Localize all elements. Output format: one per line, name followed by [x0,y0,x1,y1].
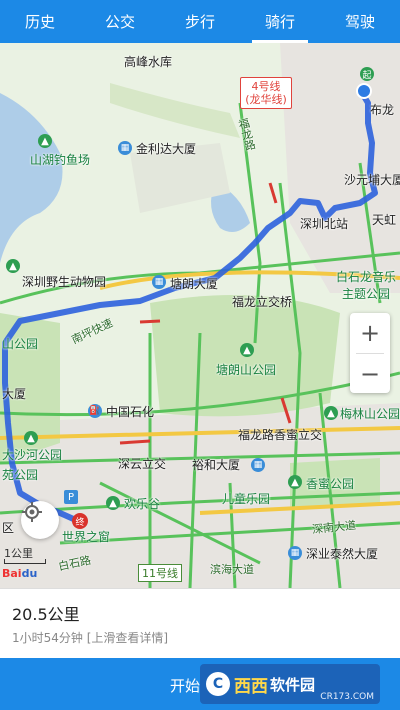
map-label-meilin: 梅林山公园 [340,407,400,421]
watermark-logo: C 西西 软件园 CR173.COM [200,664,380,704]
route-distance: 20.5公里 [12,605,80,624]
map-label-sinopec: 中国石化 [106,405,155,419]
map-label-happy-valley: 欢乐谷 [124,497,161,511]
map-label-taiping: 深业泰然大厦 [306,547,379,561]
map-label-fulong-top: 布龙 [370,103,395,117]
watermark-name: 西西 [234,676,268,697]
building-icon: ▦ [288,546,302,560]
map-label-xiangmi: 香蜜公园 [306,477,355,491]
map-scale-bar [4,559,46,564]
map-label-shenyun: 深云立交 [118,457,167,471]
map-label-dashahe: 大沙河公园 [2,448,63,462]
end-marker[interactable]: 终 [72,513,88,529]
map-label-park-left: 山公园 [2,337,39,351]
tab-bus[interactable]: 公交 [80,0,160,43]
park-icon: ▲ [240,343,254,357]
tab-walk[interactable]: 步行 [160,0,240,43]
map-label-left-edge: 区 [2,521,15,535]
building-icon: ▦ [152,275,166,289]
zoom-control: + − [350,313,390,393]
crosshair-icon [22,502,42,522]
start-marker[interactable]: 起 [360,67,374,81]
park-icon: ▲ [324,406,338,420]
parking-icon: P [64,490,78,504]
map-label-fulong-xiangmi: 福龙路香蜜立交 [238,428,323,442]
map-label-fulong-bridge: 福龙立交桥 [232,295,293,309]
map-label-zoo: 深圳野生动物园 [22,275,107,289]
baidu-logo: Baidu [2,567,37,580]
map-label-theme-park: 主题公园 [342,287,391,301]
start-navigation-button[interactable]: 开始导航 C 西西 软件园 CR173.COM [0,658,400,710]
watermark-url: CR173.COM [320,692,374,702]
map-label-shenzhen-north: 深圳北站 [300,217,349,231]
map-label-window: 世界之窗 [62,530,111,544]
metro-line-11-badge: 11号线 [138,564,182,582]
map-label-tanglangshan: 塘朗山公园 [216,363,277,377]
tab-cycling[interactable]: 骑行 [240,0,320,43]
baidu-logo-text: Bai [2,567,22,580]
building-icon: ▦ [118,141,132,155]
zoom-out-button[interactable]: − [350,354,390,394]
map-label-jinlida: 金利达大厦 [136,142,197,156]
map-label-children: 儿童乐园 [222,492,271,506]
map-label-gaofeng: 高峰水库 [124,55,173,69]
metro-line-4-badge: 4号线(龙华线) [240,77,292,109]
mode-tab-bar: 历史 公交 步行 骑行 驾驶 [0,0,400,43]
route-summary-panel[interactable]: 20.5公里 1小时54分钟 [上滑查看详情] [0,588,400,659]
watermark-logo-icon: C [206,672,230,696]
map-label-yuan: 苑公园 [2,468,39,482]
building-icon: ▦ [251,458,265,472]
zoom-in-button[interactable]: + [350,313,390,353]
map-canvas [0,43,400,588]
watermark-suffix: 软件园 [270,675,316,694]
park-icon: ▲ [288,475,302,489]
map-label-tianhong: 天虹 [372,213,397,227]
route-duration: 1小时54分钟 [上滑查看详情] [12,631,169,645]
baidu-logo-text2: du [21,567,38,580]
map-label-binhai: 滨海大道 [210,563,254,576]
zoo-icon: ▲ [6,259,20,273]
map-label-shayuan: 沙元埔大厦 [344,173,400,187]
tab-history[interactable]: 历史 [0,0,80,43]
map-label-bailong: 白石龙音乐 [336,270,397,284]
park-icon: ▲ [24,431,38,445]
tab-drive[interactable]: 驾驶 [320,0,400,43]
park-icon: ▲ [38,134,52,148]
gas-station-icon: ⛽ [88,404,102,418]
map-label-tanglang-bld: 塘朗大厦 [170,277,219,291]
map-label-yuhe: 裕和大厦 [192,458,241,472]
map-label-shanhu: 山湖钓鱼场 [30,153,91,167]
park-icon: ▲ [106,496,120,510]
map-label-big-bld: 大厦 [2,387,27,401]
locate-button[interactable] [21,501,59,539]
map-view[interactable]: 高峰水库 布龙 起 ▲ 山湖钓鱼场 ▦ 金利达大厦 福龙路 4号线(龙华线) 沙… [0,43,400,588]
